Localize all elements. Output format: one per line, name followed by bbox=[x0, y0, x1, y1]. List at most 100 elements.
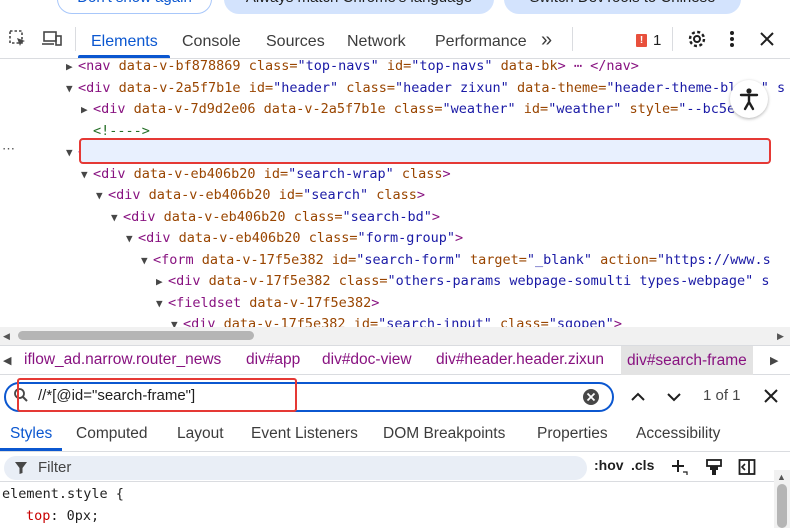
expanded-node-caret-icon[interactable]: ▼ bbox=[141, 250, 153, 271]
more-tabs-chevron-icon[interactable]: » bbox=[541, 25, 552, 55]
dom-node-row[interactable]: ▼ <div data-v-eb406b20 id="search-wrap" c… bbox=[81, 164, 451, 185]
node-actions-icon[interactable]: ⋯ bbox=[2, 141, 15, 157]
collapsed-node-caret-icon[interactable]: ▶ bbox=[66, 59, 78, 77]
tab-network[interactable]: Network bbox=[347, 27, 406, 57]
clear-search-icon[interactable] bbox=[582, 388, 600, 411]
tab-performance[interactable]: Performance bbox=[435, 27, 527, 57]
scroll-up-icon[interactable]: ▲ bbox=[777, 472, 786, 482]
scroll-left-icon[interactable]: ◀ bbox=[3, 331, 10, 342]
tab-event-listeners[interactable]: Event Listeners bbox=[251, 425, 358, 443]
dom-token: <fieldset bbox=[168, 294, 250, 311]
collapsed-node-caret-icon[interactable]: ▶ bbox=[81, 99, 93, 120]
tab-accessibility[interactable]: Accessibility bbox=[636, 425, 720, 443]
scrollbar-thumb[interactable] bbox=[18, 331, 254, 340]
styles-vertical-scrollbar[interactable]: ▲ bbox=[774, 470, 790, 528]
device-toggle-icon[interactable] bbox=[41, 28, 63, 50]
more-menu-icon[interactable] bbox=[721, 28, 743, 50]
close-devtools-icon[interactable] bbox=[756, 28, 778, 50]
dom-token: "https://www.s bbox=[656, 251, 771, 268]
expanded-node-caret-icon[interactable]: ▼ bbox=[126, 228, 138, 249]
dom-node-row[interactable]: ▼ <form data-v-17f5e382 id="search-form" … bbox=[141, 250, 771, 271]
scrollbar-thumb[interactable] bbox=[777, 484, 787, 528]
dom-token: "search-wrap" bbox=[288, 165, 402, 182]
tab-layout[interactable]: Layout bbox=[177, 425, 224, 443]
dont-show-again-button[interactable]: Don't show again bbox=[57, 0, 212, 14]
dom-horizontal-scrollbar[interactable]: ◀ ▶ bbox=[0, 327, 790, 345]
previous-match-icon[interactable] bbox=[630, 390, 646, 408]
dom-token: data-v-17f5e382 bbox=[201, 251, 332, 268]
tab-dom-breakpoints[interactable]: DOM Breakpoints bbox=[383, 425, 505, 443]
collapsed-node-caret-icon[interactable]: ▶ bbox=[156, 271, 168, 292]
styles-filter-input[interactable] bbox=[4, 456, 587, 480]
tab-console[interactable]: Console bbox=[182, 27, 241, 57]
expanded-node-caret-icon[interactable]: ▼ bbox=[81, 164, 93, 185]
dom-token: "top-navs" bbox=[297, 59, 387, 74]
dom-token: data-v-eb406b20 bbox=[178, 230, 309, 246]
expanded-node-caret-icon[interactable]: ▼ bbox=[66, 78, 78, 99]
css-property[interactable]: top bbox=[26, 508, 50, 524]
match-count: 1 of 1 bbox=[703, 387, 741, 404]
dom-token: data-v-7d9d2e06 data-v-2a5f7b1e bbox=[133, 101, 394, 117]
expanded-node-caret-icon[interactable]: ▼ bbox=[156, 293, 168, 314]
dom-node-row[interactable]: ▼ <div data-v-2a5f7b1e id="header" class=… bbox=[66, 78, 785, 99]
scroll-right-icon[interactable]: ▶ bbox=[777, 331, 784, 342]
dom-token: "header zixun" bbox=[395, 79, 517, 96]
tab-properties[interactable]: Properties bbox=[537, 425, 608, 443]
always-match-language-button[interactable]: Always match Chrome's language bbox=[224, 0, 494, 14]
dom-token: class= bbox=[393, 101, 443, 117]
dom-tree[interactable]: ▶ <nav data-v-bf878869 class="top-navs" i… bbox=[0, 59, 790, 331]
toggle-sidebar-icon[interactable] bbox=[738, 458, 756, 481]
breadcrumb-item[interactable]: div#app bbox=[246, 351, 300, 369]
dom-token: id= bbox=[278, 187, 304, 203]
dom-token: "header" bbox=[273, 79, 347, 96]
dom-node-row[interactable]: ▼ <fieldset data-v-17f5e382> bbox=[156, 293, 379, 314]
tab-sources[interactable]: Sources bbox=[266, 27, 325, 57]
expanded-node-caret-icon[interactable]: ▼ bbox=[111, 207, 123, 228]
filter-icon bbox=[14, 461, 28, 480]
dom-token: <!----> bbox=[93, 122, 150, 139]
dom-node-row[interactable]: ▼ <div data-v-eb406b20 id="search" class> bbox=[96, 185, 425, 206]
breadcrumb-item-active[interactable]: div#search-frame bbox=[621, 346, 753, 375]
dom-node-row[interactable]: ▶ <div data-v-17f5e382 class="others-para… bbox=[156, 271, 769, 292]
switch-devtools-chinese-button[interactable]: Switch DevTools to Chinese bbox=[504, 0, 741, 14]
dom-token: > bbox=[455, 230, 464, 246]
issues-badge[interactable]: ! 1 bbox=[636, 32, 661, 49]
close-search-icon[interactable] bbox=[764, 389, 778, 408]
css-value[interactable]: 0px; bbox=[67, 508, 100, 524]
expanded-node-caret-icon[interactable]: ▼ bbox=[96, 185, 108, 206]
hover-state-toggle[interactable]: :hov bbox=[594, 457, 624, 473]
css-declaration[interactable]: top: 0px; bbox=[26, 508, 99, 524]
new-style-rule-icon[interactable] bbox=[670, 458, 688, 481]
breadcrumb-scroll-left-icon[interactable]: ◀ bbox=[3, 354, 11, 367]
dom-token: id= bbox=[386, 59, 412, 74]
element-style-selector: element.style { bbox=[2, 486, 124, 502]
dom-token: "search" bbox=[303, 187, 377, 203]
dom-token: > bbox=[371, 294, 380, 311]
breadcrumb-scroll-right-icon[interactable]: ▶ bbox=[770, 354, 778, 367]
tab-computed[interactable]: Computed bbox=[76, 425, 148, 443]
next-match-icon[interactable] bbox=[666, 390, 682, 408]
rendering-emulations-icon[interactable] bbox=[705, 458, 723, 481]
dom-node-row[interactable]: ▶ <div data-v-7d9d2e06 data-v-2a5f7b1e cl… bbox=[81, 99, 751, 120]
dom-node-row[interactable]: ▼ <div data-v-eb406b20 class="search-bd"> bbox=[111, 207, 440, 228]
css-rules-pane[interactable]: element.style { top: 0px; bbox=[0, 482, 770, 528]
dom-token: data-theme= bbox=[516, 79, 607, 96]
tab-elements[interactable]: Elements bbox=[91, 27, 158, 57]
accessibility-tree-icon[interactable] bbox=[730, 80, 768, 118]
dom-token: > bbox=[557, 59, 566, 74]
dom-token: data-v-eb406b20 bbox=[133, 165, 264, 182]
inspect-element-icon[interactable] bbox=[7, 28, 29, 50]
dom-node-row[interactable]: ▼ <div data-v-eb406b20 class="form-group"… bbox=[126, 228, 463, 249]
settings-gear-icon[interactable] bbox=[686, 28, 708, 50]
class-toggle[interactable]: .cls bbox=[631, 457, 654, 473]
expanded-node-caret-icon[interactable]: ▼ bbox=[66, 142, 78, 163]
breadcrumb-item[interactable]: div#header.header.zixun bbox=[436, 351, 604, 369]
active-tab-indicator bbox=[78, 55, 170, 58]
breadcrumb-item[interactable]: iflow_ad.narrow.router_news bbox=[24, 351, 221, 369]
tab-styles[interactable]: Styles bbox=[10, 425, 52, 443]
dom-token: data-v-17f5e382 bbox=[208, 273, 339, 289]
dom-token: class= bbox=[346, 79, 396, 96]
dom-token: <div bbox=[168, 273, 209, 289]
dom-node-row[interactable]: ▶ <nav data-v-bf878869 class="top-navs" i… bbox=[66, 59, 639, 77]
breadcrumb-item[interactable]: div#doc-view bbox=[322, 351, 412, 369]
